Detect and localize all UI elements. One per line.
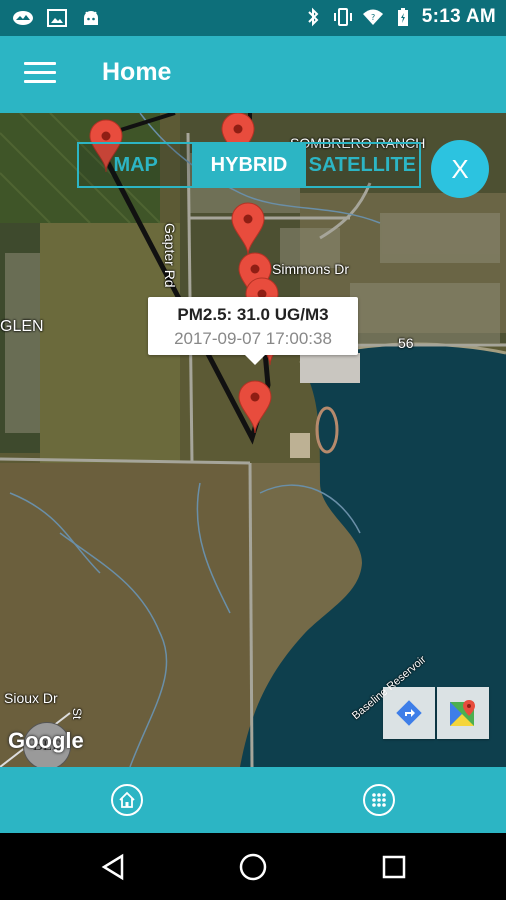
image-icon (46, 7, 68, 29)
status-bar: ? 5:13 AM (0, 0, 506, 36)
google-logo: Google (8, 728, 84, 753)
map-label-area: GLEN (0, 318, 44, 335)
marker-info-window[interactable]: PM2.5: 31.0 UG/M3 2017-09-07 17:00:38 (148, 297, 358, 365)
map-marker[interactable] (231, 202, 265, 256)
hamburger-menu-icon[interactable] (24, 62, 56, 88)
map-type-satellite[interactable]: SATELLITE (306, 144, 419, 186)
map-type-toggle: MAP HYBRID SATELLITE (77, 142, 421, 188)
wifi-icon: ? (362, 6, 384, 28)
app-bar: Home (0, 36, 506, 113)
close-button[interactable]: X (431, 140, 489, 198)
back-icon[interactable] (97, 851, 129, 883)
svg-text:?: ? (371, 13, 375, 22)
home-circle-icon[interactable] (237, 851, 269, 883)
google-maps-icon[interactable] (437, 687, 489, 739)
directions-icon[interactable] (383, 687, 435, 739)
battery-icon (392, 6, 414, 28)
bluetooth-icon (302, 6, 324, 28)
map-label-street: Simmons Dr (272, 261, 350, 277)
vibrate-icon (332, 6, 354, 28)
grid-apps-icon[interactable] (363, 784, 395, 816)
recents-icon[interactable] (378, 851, 410, 883)
android-icon (80, 7, 102, 29)
map-view[interactable]: SOMBRERO RANCH Gapter Rd Simmons Dr GLEN… (0, 113, 506, 767)
page-title: Home (102, 58, 172, 86)
info-reading: PM2.5: 31.0 UG/M3 (177, 305, 329, 324)
status-time: 5:13 AM (421, 6, 496, 27)
map-type-map[interactable]: MAP (79, 144, 192, 186)
map-label-street: Sioux Dr (4, 690, 58, 706)
map-label-route: 56 (398, 335, 414, 351)
marker-layer (89, 113, 287, 434)
map-marker[interactable] (238, 380, 272, 434)
bottom-nav (0, 767, 506, 833)
system-nav-bar (0, 833, 506, 900)
map-label-road: Gapter Rd (162, 223, 178, 288)
home-icon[interactable] (111, 784, 143, 816)
map-label-street: St (70, 708, 84, 720)
app-icon (12, 7, 34, 29)
map-type-hybrid[interactable]: HYBRID (192, 144, 306, 186)
info-timestamp: 2017-09-07 17:00:38 (174, 329, 332, 348)
